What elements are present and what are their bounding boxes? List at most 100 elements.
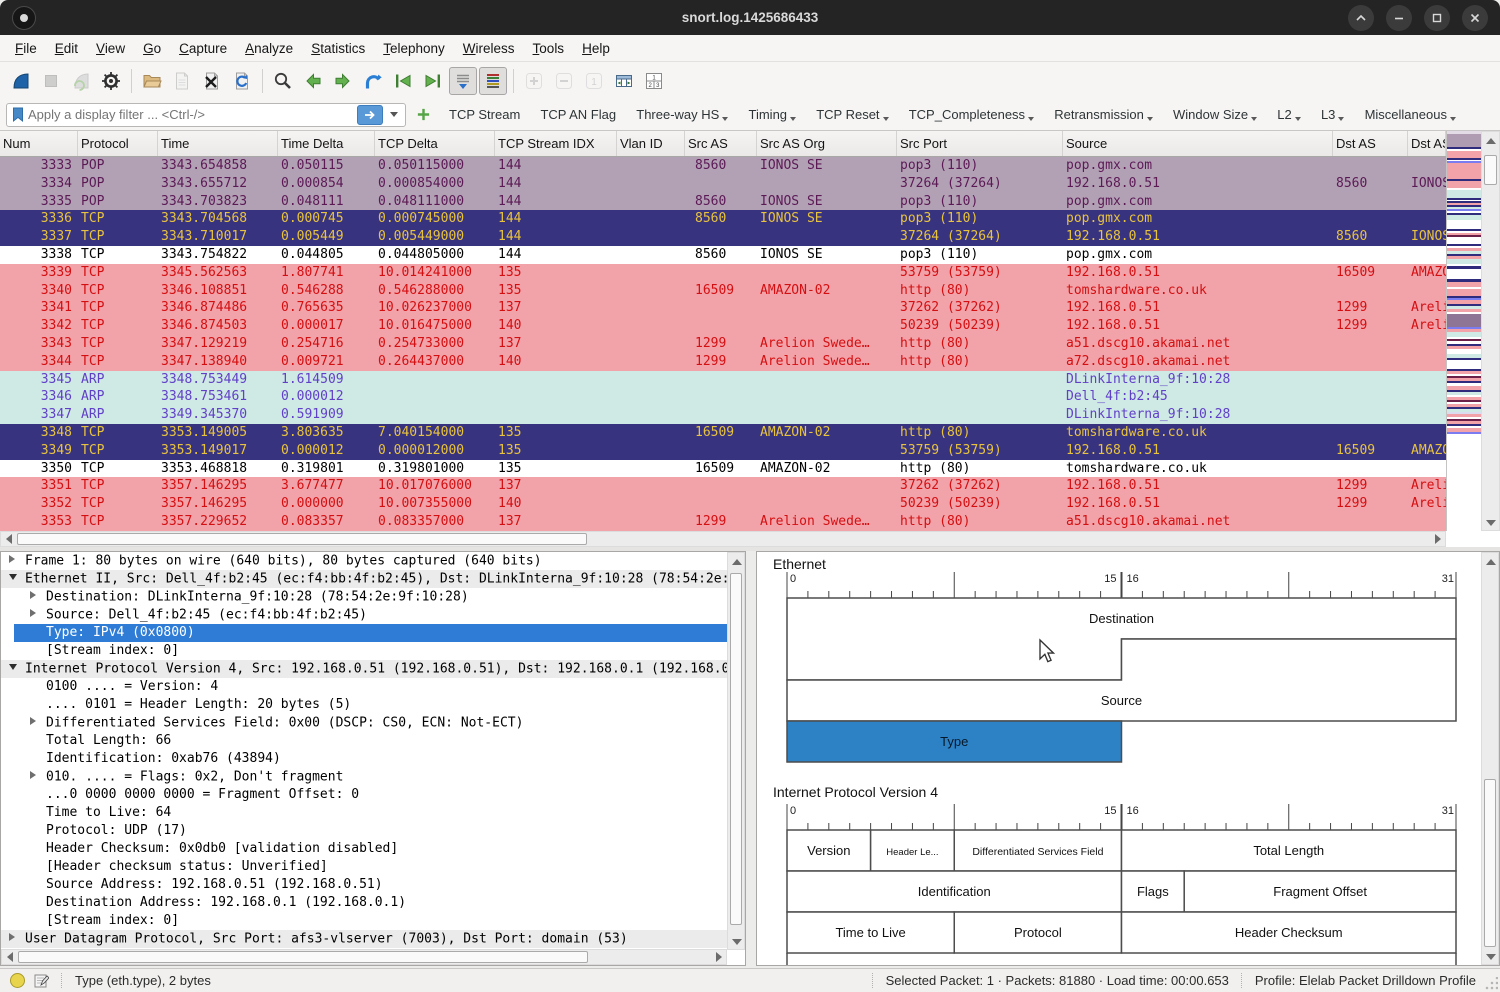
scroll-down-icon[interactable] [1486,520,1496,526]
menu-help[interactable]: Help [573,37,619,60]
filter-button-tcp-reset[interactable]: TCP Reset [816,107,888,122]
menu-telephony[interactable]: Telephony [374,37,454,60]
close-button[interactable] [1462,5,1488,31]
auto-scroll-button[interactable] [449,67,477,95]
menu-edit[interactable]: Edit [46,37,87,60]
detail-row[interactable]: Identification: 0xab76 (43894) [1,750,728,768]
scroll-down-icon[interactable] [732,939,742,945]
menu-statistics[interactable]: Statistics [302,37,374,60]
details-vscrollbar[interactable] [727,552,745,950]
resize-grip[interactable] [1484,977,1498,991]
details-vscroll-thumb[interactable] [730,573,742,925]
display-filter-input[interactable] [26,106,357,123]
packet-row[interactable]: 3343TCP3347.1292190.2547160.254733000137… [0,335,1446,353]
detail-row[interactable]: [Stream index: 0] [1,642,728,660]
packet-row[interactable]: 3336TCP3343.7045680.0007450.000745000144… [0,210,1446,228]
scroll-up-icon[interactable] [1486,138,1496,144]
details-hscroll-thumb[interactable] [18,951,588,963]
expander-expanded-icon[interactable] [9,660,25,678]
scroll-left-icon[interactable] [6,534,12,544]
menu-tools[interactable]: Tools [524,37,574,60]
detail-row[interactable]: Protocol: UDP (17) [1,822,728,840]
menu-analyze[interactable]: Analyze [236,37,302,60]
column-header-source[interactable]: Source [1063,131,1333,156]
detail-row[interactable]: [Header checksum status: Unverified] [1,858,728,876]
detail-row[interactable]: Total Length: 66 [1,732,728,750]
packet-row[interactable]: 3344TCP3347.1389400.0097210.264437000140… [0,353,1446,371]
expander-collapsed-icon[interactable] [30,714,46,732]
filter-button-l2[interactable]: L2 [1277,107,1300,122]
file-reload-button[interactable] [228,67,256,95]
detail-row[interactable]: 0100 .... = Version: 4 [1,678,728,696]
detail-row[interactable]: Time to Live: 64 [1,804,728,822]
filter-button-tcp-completeness[interactable]: TCP_Completeness [909,107,1034,122]
expander-collapsed-icon[interactable] [9,930,25,948]
detail-row[interactable]: Source Address: 192.168.0.51 (192.168.0.… [1,876,728,894]
column-header-vlan-id[interactable]: Vlan ID [617,131,685,156]
menu-view[interactable]: View [87,37,134,60]
menu-file[interactable]: File [6,37,46,60]
detail-row[interactable]: User Datagram Protocol, Src Port: afs3-v… [1,930,728,948]
filter-history-caret-icon[interactable] [390,112,398,117]
diagram-vscroll-thumb[interactable] [1484,779,1496,947]
go-last-button[interactable] [419,67,447,95]
column-header-tcp-stream-idx[interactable]: TCP Stream IDX [495,131,617,156]
expert-info-icon[interactable] [10,973,25,988]
packet-list-hscroll-thumb[interactable] [17,533,587,545]
layout-button[interactable]: 123 [640,67,668,95]
expander-collapsed-icon[interactable] [30,606,46,624]
maximize-button[interactable] [1424,5,1450,31]
column-header-src-as-org[interactable]: Src AS Org [757,131,897,156]
menu-wireless[interactable]: Wireless [454,37,524,60]
expander-collapsed-icon[interactable] [9,552,25,570]
detail-row[interactable]: 010. .... = Flags: 0x2, Don't fragment [1,768,728,786]
scroll-left-icon[interactable] [7,952,13,962]
column-header-dst-as-org[interactable]: Dst AS Org [1408,131,1446,156]
file-close-button[interactable] [198,67,226,95]
colorize-button[interactable] [479,67,507,95]
packet-row[interactable]: 3342TCP3346.8745030.00001710.01647500014… [0,317,1446,335]
bookmark-icon[interactable] [10,106,26,123]
filter-button-window-size[interactable]: Window Size [1173,107,1257,122]
packet-row[interactable]: 3341TCP3346.8744860.76563510.02623700013… [0,299,1446,317]
packet-row[interactable]: 3334POP3343.6557120.0008540.000854000144… [0,175,1446,193]
packet-row[interactable]: 3345ARP3348.7534491.614509DLinkInterna_9… [0,371,1446,389]
go-to-packet-button[interactable] [359,67,387,95]
scroll-up-icon[interactable] [732,559,742,565]
packet-row[interactable]: 3335POP3343.7038230.0481110.048111000144… [0,193,1446,211]
packet-diagram[interactable]: 0151631DestinationSourceType0151631Versi… [757,552,1481,965]
detail-row[interactable]: Internet Protocol Version 4, Src: 192.16… [1,660,728,678]
packet-row[interactable]: 3351TCP3357.1462953.67747710.01707600013… [0,477,1446,495]
filter-button-tcp-an-flag[interactable]: TCP AN Flag [540,107,616,122]
packet-row[interactable]: 3340TCP3346.1088510.5462880.546288000135… [0,282,1446,300]
profile-text[interactable]: Profile: Elelab Packet Drilldown Profile [1255,973,1476,988]
column-header-dst-as[interactable]: Dst AS [1333,131,1408,156]
detail-row[interactable]: Source: Dell_4f:b2:45 (ec:f4:bb:4f:b2:45… [1,606,728,624]
column-header-time-delta[interactable]: Time Delta [278,131,375,156]
packet-list-vscrollbar[interactable] [1481,131,1500,531]
packet-row[interactable]: 3333POP3343.6548580.0501150.050115000144… [0,157,1446,175]
detail-row[interactable]: [Stream index: 0] [1,912,728,930]
expander-expanded-icon[interactable] [9,570,25,588]
detail-row[interactable]: Frame 1: 80 bytes on wire (640 bits), 80… [1,552,728,570]
column-header-tcp-delta[interactable]: TCP Delta [375,131,495,156]
filter-button-retransmission[interactable]: Retransmission [1054,107,1153,122]
packet-row[interactable]: 3349TCP3353.1490170.0000120.000012000135… [0,442,1446,460]
expander-collapsed-icon[interactable] [30,768,46,786]
packet-row[interactable]: 3353TCP3357.2296520.0833570.083357000137… [0,513,1446,531]
filter-button-timing[interactable]: Timing [749,107,797,122]
resize-columns-button[interactable] [610,67,638,95]
packet-row[interactable]: 3348TCP3353.1490053.8036357.040154000135… [0,424,1446,442]
detail-row[interactable]: Ethernet II, Src: Dell_4f:b2:45 (ec:f4:b… [1,570,728,588]
menu-capture[interactable]: Capture [170,37,236,60]
packet-row[interactable]: 3338TCP3343.7548220.0448050.044805000144… [0,246,1446,264]
packet-row[interactable]: 3337TCP3343.7100170.0054490.005449000144… [0,228,1446,246]
find-packet-button[interactable] [269,67,297,95]
detail-row[interactable]: Type: IPv4 (0x0800) [1,624,728,642]
go-back-button[interactable] [299,67,327,95]
intelligent-scrollbar-minimap[interactable] [1446,131,1481,531]
add-filter-button[interactable] [416,107,431,122]
packet-row[interactable]: 3350TCP3353.4688180.3198010.319801000135… [0,460,1446,478]
file-open-button[interactable] [138,67,166,95]
details-hscrollbar[interactable] [1,949,727,965]
